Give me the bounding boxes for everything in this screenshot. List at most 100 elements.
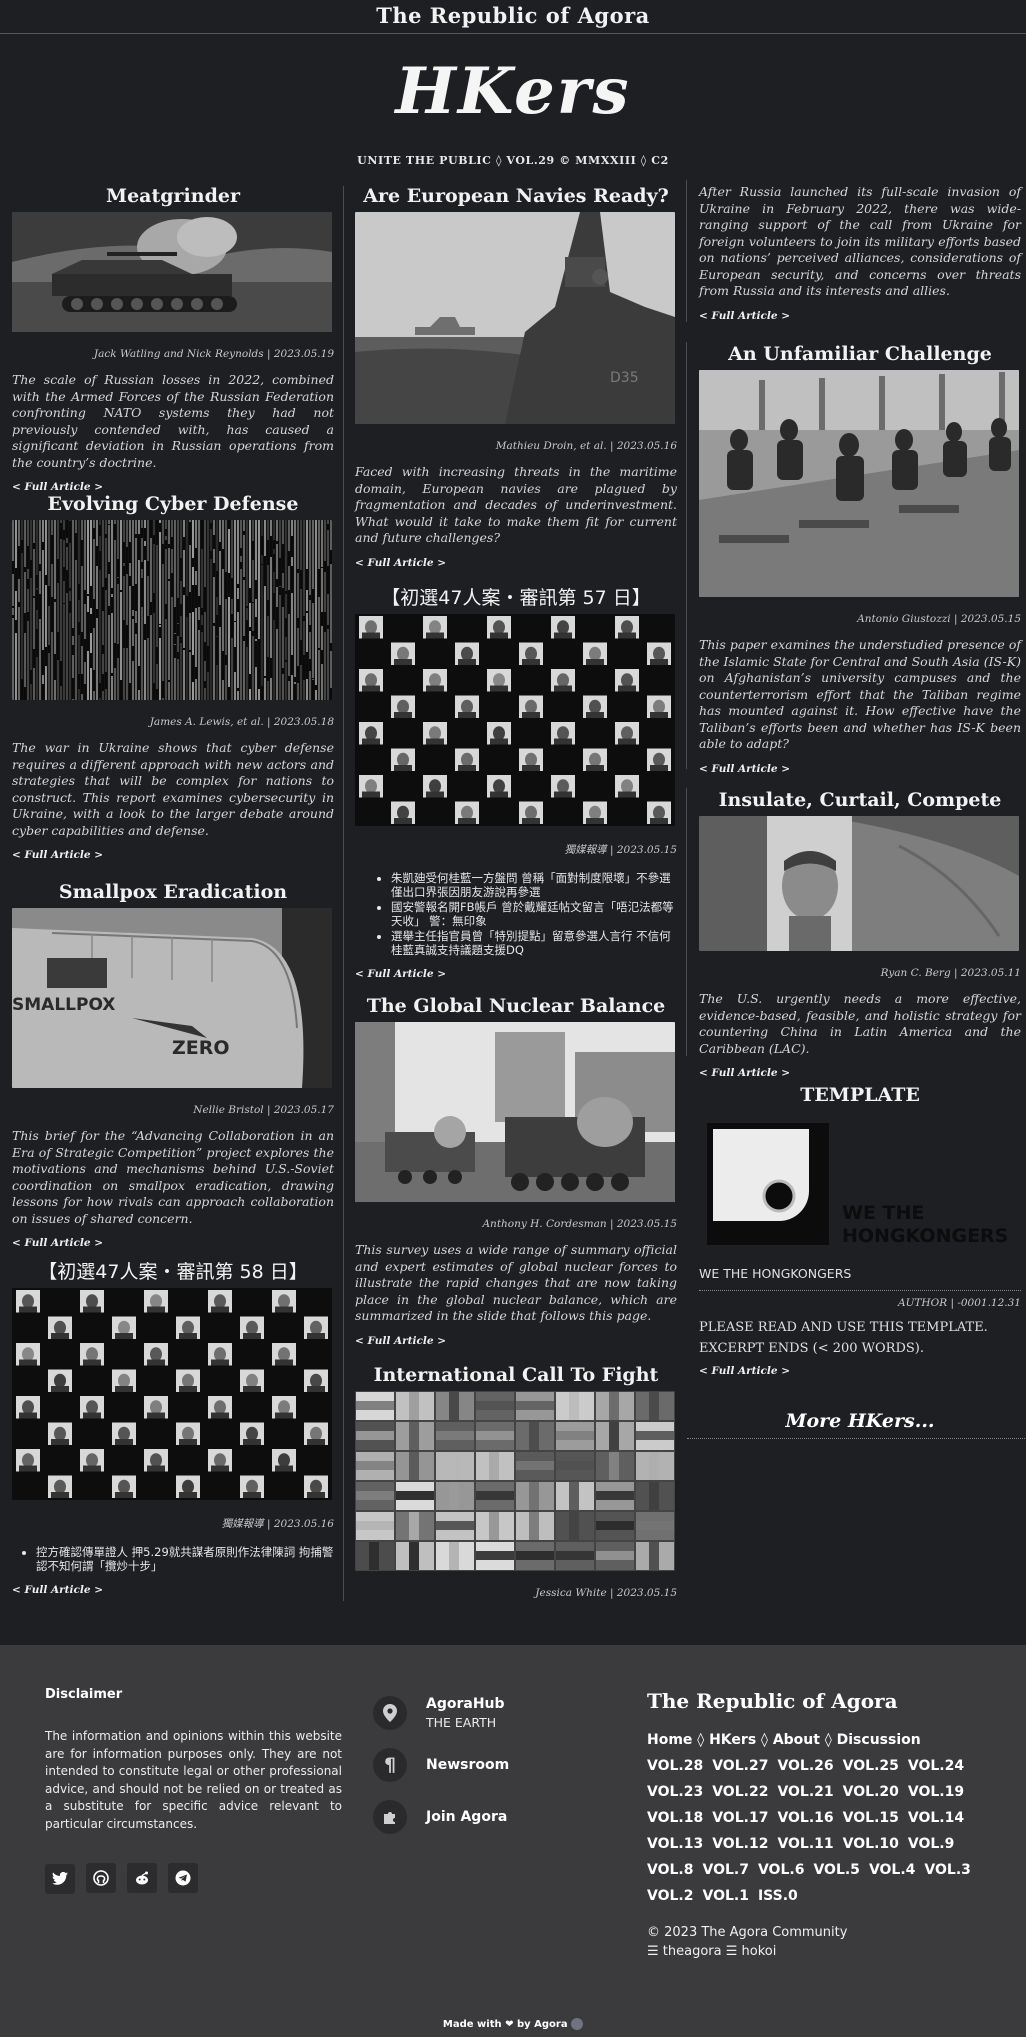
footer-handles[interactable]: ☰ theagora ☰ hokoi xyxy=(647,1942,987,1961)
volume-link[interactable]: VOL.25 xyxy=(843,1758,899,1774)
made-with-suffix[interactable]: by Agora xyxy=(517,2019,568,2030)
article-title[interactable]: Insulate, Curtail, Compete xyxy=(699,788,1021,812)
volume-link[interactable]: VOL.23 xyxy=(647,1784,703,1800)
smallpox-image-text: SMALLPOX xyxy=(12,995,115,1015)
volume-link[interactable]: VOL.13 xyxy=(647,1836,703,1852)
footer-nav-links: Home ◊ HKers ◊ About ◊ Discussion xyxy=(647,1727,987,1753)
hub-newsroom[interactable]: ¶ Newsroom xyxy=(373,1747,613,1783)
full-article-link[interactable]: < Full Article > xyxy=(12,1584,103,1596)
volume-link[interactable]: VOL.18 xyxy=(647,1810,703,1826)
volume-link[interactable]: VOL.2 xyxy=(647,1888,693,1904)
article-image[interactable]: D35 xyxy=(355,212,675,424)
hub-name[interactable]: Join Agora xyxy=(426,1809,507,1825)
footer-navigation: The Republic of Agora Home ◊ HKers ◊ Abo… xyxy=(647,1689,987,1961)
volume-link[interactable]: VOL.21 xyxy=(777,1784,833,1800)
volume-link[interactable]: VOL.20 xyxy=(843,1784,899,1800)
article-title[interactable]: TEMPLATE xyxy=(699,1083,1021,1107)
article-image[interactable] xyxy=(12,520,332,700)
article-call-to-fight: International Call To Fight Jessica Whit… xyxy=(355,1363,677,1599)
volume-link[interactable]: VOL.11 xyxy=(777,1836,833,1852)
volume-link[interactable]: VOL.6 xyxy=(758,1862,804,1878)
column-divider xyxy=(686,788,687,1056)
column-divider xyxy=(686,342,687,769)
volume-link[interactable]: VOL.9 xyxy=(908,1836,954,1852)
full-article-link[interactable]: < Full Article > xyxy=(699,1365,790,1377)
article-trial-57: 【初選47人案・審訊第 57 日】 獨媒報導 | 2023.05.15 朱凱廸受… xyxy=(355,586,677,981)
article-image[interactable] xyxy=(355,1022,675,1202)
hub-join-agora[interactable]: Join Agora xyxy=(373,1799,613,1835)
article-image[interactable] xyxy=(355,1391,675,1571)
article-image[interactable]: WE THE HONGKONGERS xyxy=(699,1111,1019,1251)
volume-link[interactable]: VOL.10 xyxy=(843,1836,899,1852)
footer-brand[interactable]: The Republic of Agora xyxy=(647,1689,987,1713)
full-article-link[interactable]: < Full Article > xyxy=(12,849,103,861)
article-image[interactable] xyxy=(699,370,1019,597)
full-article-link[interactable]: < Full Article > xyxy=(699,310,790,322)
volume-link[interactable]: VOL.5 xyxy=(813,1862,859,1878)
telegram-icon[interactable] xyxy=(168,1863,199,1893)
column-divider xyxy=(686,180,687,322)
site-brand[interactable]: The Republic of Agora xyxy=(376,3,650,28)
article-image[interactable] xyxy=(699,816,1019,951)
volume-row: VOL.8 VOL.7 VOL.6 VOL.5 VOL.4 VOL.3 xyxy=(647,1857,987,1883)
article-title[interactable]: 【初選47人案・審訊第 58 日】 xyxy=(12,1260,334,1284)
made-with-prefix: Made with xyxy=(442,2019,502,2030)
status-dot-icon xyxy=(571,2018,584,2030)
article-title[interactable]: Evolving Cyber Defense xyxy=(12,492,334,516)
nav-about[interactable]: About xyxy=(773,1732,820,1748)
article-image[interactable] xyxy=(355,614,675,826)
full-article-link[interactable]: < Full Article > xyxy=(355,968,446,980)
issue-subline: UNITE THE PUBLIC ◊ VOL.29 © MMXXIII ◊ C2 xyxy=(357,154,669,167)
volume-link[interactable]: VOL.3 xyxy=(924,1862,970,1878)
article-byline: Jack Watling and Nick Reynolds | 2023.05… xyxy=(93,348,334,360)
volume-link[interactable]: VOL.17 xyxy=(712,1810,768,1826)
article-title[interactable]: Are European Navies Ready? xyxy=(355,184,677,208)
full-article-link[interactable]: < Full Article > xyxy=(699,763,790,775)
article-title[interactable]: International Call To Fight xyxy=(355,1363,677,1387)
full-article-link[interactable]: < Full Article > xyxy=(355,557,446,569)
volume-link[interactable]: VOL.19 xyxy=(908,1784,964,1800)
volume-link[interactable]: VOL.12 xyxy=(712,1836,768,1852)
article-title[interactable]: Meatgrinder xyxy=(12,184,334,208)
article-template: TEMPLATE WE THE HONGKONGERS WE THE HONGK… xyxy=(699,1083,1021,1378)
volume-link[interactable]: ISS.0 xyxy=(758,1888,798,1904)
article-title[interactable]: An Unfamiliar Challenge xyxy=(699,342,1021,366)
volume-link[interactable]: VOL.1 xyxy=(702,1888,748,1904)
github-icon[interactable] xyxy=(86,1863,117,1893)
volume-link[interactable]: VOL.7 xyxy=(702,1862,748,1878)
article-image[interactable] xyxy=(12,1288,332,1500)
volume-link[interactable]: VOL.26 xyxy=(777,1758,833,1774)
article-title[interactable]: 【初選47人案・審訊第 57 日】 xyxy=(355,586,677,610)
volume-link[interactable]: VOL.24 xyxy=(908,1758,964,1774)
hub-agorahub[interactable]: AgoraHub THE EARTH xyxy=(373,1695,613,1731)
masthead: HKers UNITE THE PUBLIC ◊ VOL.29 © MMXXII… xyxy=(0,34,1026,167)
full-article-link[interactable]: < Full Article > xyxy=(699,1067,790,1079)
article-summary: This survey uses a wide range of summary… xyxy=(355,1242,677,1323)
full-article-link[interactable]: < Full Article > xyxy=(12,1237,103,1249)
article-image[interactable] xyxy=(12,212,332,332)
article-byline: Mathieu Droin, et al. | 2023.05.16 xyxy=(495,440,677,452)
article-summary: The scale of Russian losses in 2022, com… xyxy=(12,372,334,470)
volume-link[interactable]: VOL.8 xyxy=(647,1862,693,1878)
nav-home[interactable]: Home xyxy=(647,1732,692,1748)
full-article-link[interactable]: < Full Article > xyxy=(355,1335,446,1347)
hub-name[interactable]: Newsroom xyxy=(426,1757,509,1773)
reddit-icon[interactable] xyxy=(127,1863,158,1893)
volume-link[interactable]: VOL.16 xyxy=(777,1810,833,1826)
volume-link[interactable]: VOL.22 xyxy=(712,1784,768,1800)
volume-link[interactable]: VOL.4 xyxy=(869,1862,915,1878)
volume-link[interactable]: VOL.15 xyxy=(843,1810,899,1826)
article-image[interactable]: SMALLPOX ZERO xyxy=(12,908,332,1088)
article-title[interactable]: Smallpox Eradication xyxy=(12,880,334,904)
more-hkers-link[interactable]: More HKers... xyxy=(699,1410,1021,1432)
article-title[interactable]: The Global Nuclear Balance xyxy=(355,994,677,1018)
site-logo[interactable]: HKers xyxy=(0,52,1026,132)
volume-link[interactable]: VOL.28 xyxy=(647,1758,703,1774)
nav-discussion[interactable]: Discussion xyxy=(837,1732,921,1748)
volume-link[interactable]: VOL.27 xyxy=(712,1758,768,1774)
twitter-icon[interactable] xyxy=(45,1864,75,1894)
hub-name[interactable]: AgoraHub xyxy=(426,1696,505,1712)
nav-hkers[interactable]: HKers xyxy=(709,1732,756,1748)
hull-number-text: D35 xyxy=(610,370,639,386)
volume-link[interactable]: VOL.14 xyxy=(908,1810,964,1826)
